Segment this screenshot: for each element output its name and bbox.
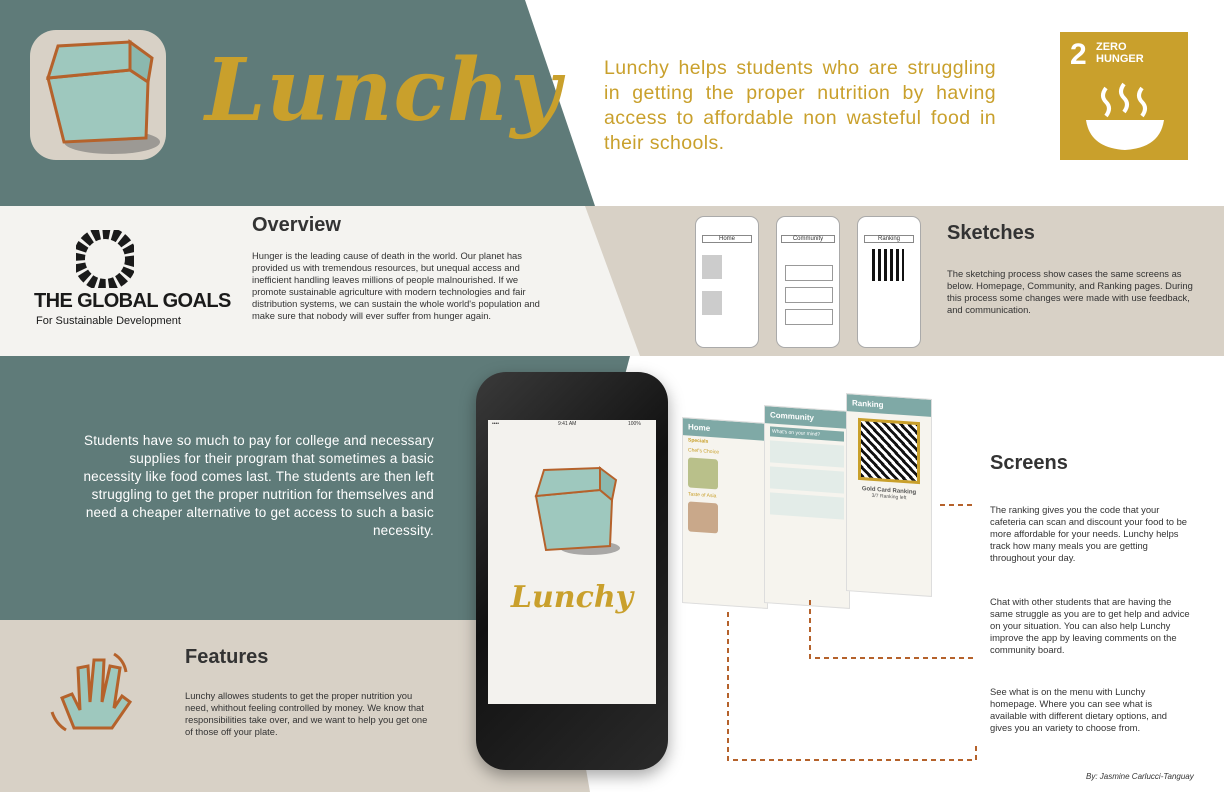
author-credit: By: Jasmine Carlucci-Tanguay bbox=[1086, 772, 1194, 781]
screens-desc-home: See what is on the menu with Lunchy home… bbox=[990, 686, 1168, 733]
screens-desc-community: Chat with other students that are having… bbox=[990, 596, 1190, 655]
features-heading: Features bbox=[185, 646, 269, 668]
features-body: Lunchy allowes students to get the prope… bbox=[185, 690, 428, 737]
screens-desc-ranking: The ranking gives you the code that your… bbox=[990, 504, 1188, 563]
dashed-connectors bbox=[727, 504, 977, 761]
screens-heading: Screens bbox=[990, 452, 1068, 474]
waving-hand-icon bbox=[50, 652, 133, 732]
